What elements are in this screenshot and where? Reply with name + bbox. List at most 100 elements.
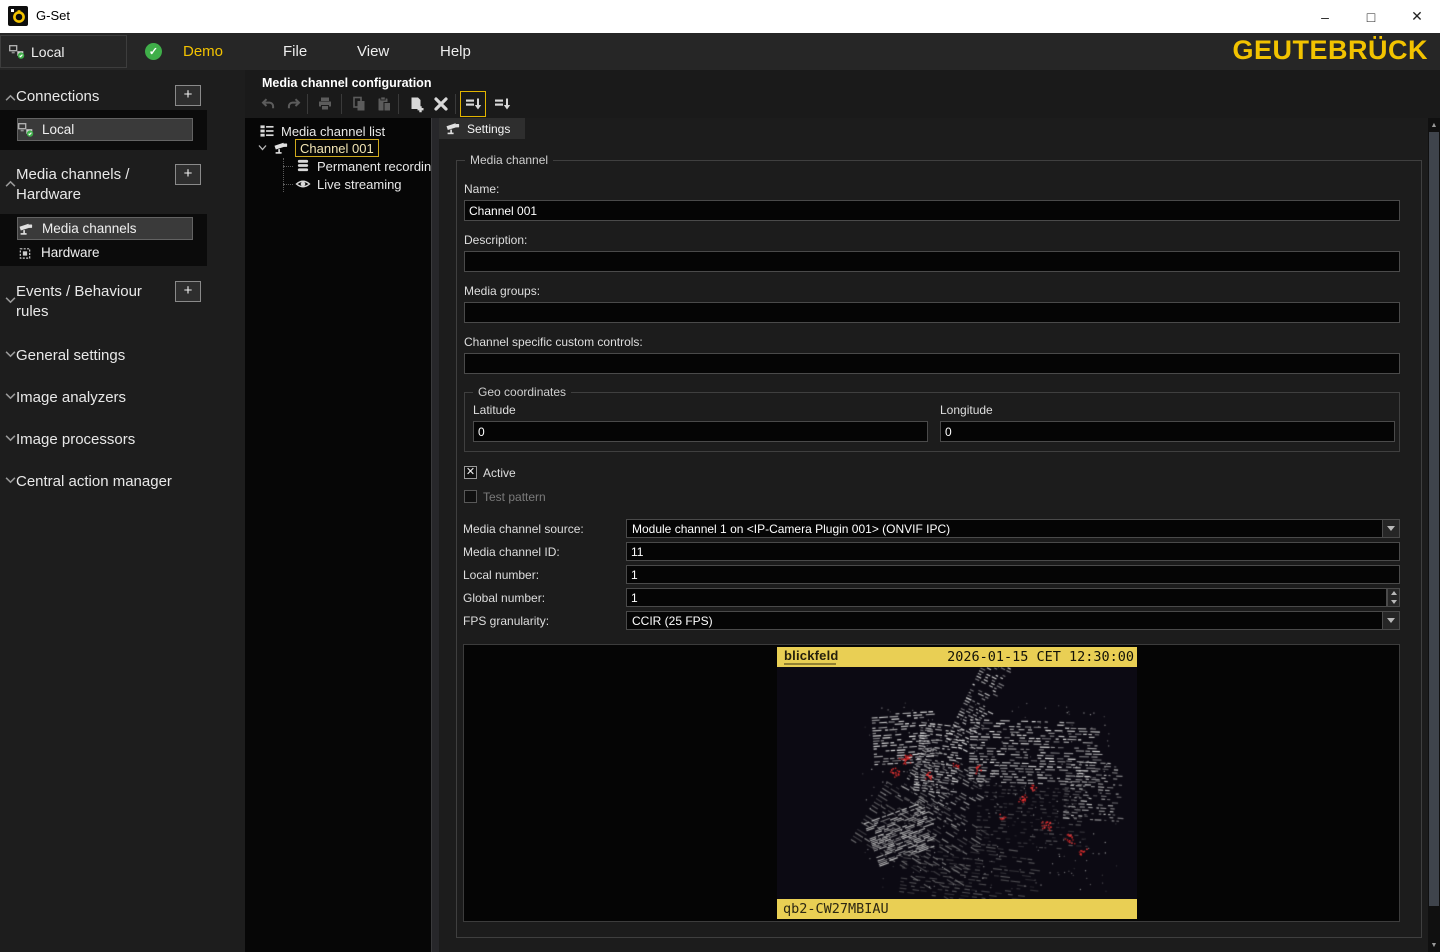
sidebar-section-general-settings[interactable]: General settings xyxy=(16,346,166,366)
longitude-field[interactable] xyxy=(940,421,1395,442)
delete-channel-button[interactable] xyxy=(429,92,453,116)
description-field[interactable] xyxy=(464,251,1400,272)
geutebrueck-logo: GEUTEBRÜCK xyxy=(1232,35,1428,66)
sidebar-item-label: Local xyxy=(42,122,74,137)
redo-icon xyxy=(286,96,302,112)
copy-icon xyxy=(351,96,367,112)
name-field[interactable] xyxy=(464,200,1400,221)
tree-item-channel-001[interactable]: Channel 001 xyxy=(273,139,379,157)
fps-granularity-value: CCIR (25 FPS) xyxy=(627,614,1382,628)
panel-splitter[interactable] xyxy=(431,118,439,952)
add-channel-button[interactable] xyxy=(404,92,428,116)
channel-id-field[interactable] xyxy=(626,542,1400,561)
sidebar-item-hardware[interactable]: Hardware xyxy=(17,241,193,264)
tree-item-media-channel-list[interactable]: Media channel list xyxy=(259,122,385,140)
longitude-label: Longitude xyxy=(940,403,993,417)
sidebar-section-central-action-manager[interactable]: Central action manager xyxy=(16,472,196,492)
fps-granularity-dropdown[interactable]: CCIR (25 FPS) xyxy=(626,611,1400,630)
media-hardware-panel: Media channels Hardware xyxy=(0,214,207,266)
preview-footer-bar: qb2-CW27MBIAU xyxy=(777,899,1137,919)
add-event-rule-button[interactable]: + xyxy=(175,281,201,302)
connection-selector[interactable]: Local xyxy=(0,35,127,68)
tab-label: Settings xyxy=(467,122,510,136)
eye-icon xyxy=(295,177,311,191)
connections-panel: Local xyxy=(0,110,207,150)
settings-scrollbar[interactable]: ▲ ▼ xyxy=(1428,118,1440,952)
tree-connector xyxy=(283,184,293,185)
tab-settings[interactable]: Settings xyxy=(439,118,525,139)
maximize-button[interactable]: □ xyxy=(1348,0,1394,33)
sidebar-section-image-analyzers[interactable]: Image analyzers xyxy=(16,388,166,408)
blickfeld-logo: blickfeld xyxy=(784,648,839,663)
menu-view[interactable]: View xyxy=(357,43,389,60)
undo-button[interactable] xyxy=(256,92,280,116)
blickfeld-logo-subline xyxy=(784,663,836,665)
chevron-up-icon xyxy=(5,94,16,102)
scroll-up-icon[interactable]: ▲ xyxy=(1428,118,1440,132)
database-icon xyxy=(295,159,311,173)
test-pattern-checkbox[interactable] xyxy=(464,490,477,503)
chevron-down-icon xyxy=(5,476,16,484)
copy-button[interactable] xyxy=(347,92,371,116)
toolbar-separator xyxy=(307,94,308,114)
tree-item-label: Live streaming xyxy=(317,177,402,192)
minimize-button[interactable]: – xyxy=(1302,0,1348,33)
scrollbar-thumb[interactable] xyxy=(1429,132,1439,906)
print-button[interactable] xyxy=(313,92,337,116)
active-checkbox[interactable] xyxy=(464,466,477,479)
chevron-down-icon[interactable] xyxy=(1382,520,1399,537)
chevron-down-icon[interactable] xyxy=(258,144,267,151)
tree-item-label-selected: Channel 001 xyxy=(295,139,379,157)
chevron-down-icon xyxy=(5,350,16,358)
sort-down-toggled-button[interactable] xyxy=(460,91,486,117)
global-number-stepper[interactable] xyxy=(1387,588,1400,607)
geo-coordinates-groupbox: Geo coordinates Latitude Longitude xyxy=(464,392,1400,452)
sidebar-item-media-channels[interactable]: Media channels xyxy=(17,217,193,240)
scroll-down-icon[interactable]: ▼ xyxy=(1428,938,1440,952)
add-media-channel-button[interactable]: + xyxy=(175,164,201,185)
toolbar-separator xyxy=(455,94,456,114)
connection-status-ok-icon: ✓ xyxy=(145,43,162,60)
tree-item-permanent-recording[interactable]: Permanent recording xyxy=(295,157,438,175)
sort-down-icon xyxy=(465,96,482,112)
latitude-field[interactable] xyxy=(473,421,928,442)
camera-icon xyxy=(273,141,289,155)
connection-name: Local xyxy=(31,44,64,60)
sidebar-item-label: Media channels xyxy=(42,221,137,236)
sidebar: Connections + Local Media channels / Har… xyxy=(0,70,245,952)
media-groups-field[interactable] xyxy=(464,302,1400,323)
window-title: G-Set xyxy=(36,8,70,23)
lidar-pointcloud-image xyxy=(777,667,1137,899)
local-number-field[interactable] xyxy=(626,565,1400,584)
sidebar-item-label: Hardware xyxy=(41,245,100,260)
sidebar-section-media-channels-hardware[interactable]: Media channels / Hardware xyxy=(16,165,156,205)
chevron-down-icon xyxy=(5,296,16,304)
sort-down-button[interactable] xyxy=(490,92,514,116)
sidebar-section-events-behaviour-rules[interactable]: Events / Behaviour rules xyxy=(16,282,156,322)
sidebar-item-local[interactable]: Local xyxy=(17,118,193,141)
local-number-label: Local number: xyxy=(463,568,539,582)
add-connection-button[interactable]: + xyxy=(175,85,201,106)
custom-controls-field[interactable] xyxy=(464,353,1400,374)
paste-icon xyxy=(376,96,392,112)
redo-button[interactable] xyxy=(282,92,306,116)
menu-file[interactable]: File xyxy=(283,43,307,60)
menu-help[interactable]: Help xyxy=(440,43,471,60)
stepper-up-icon[interactable] xyxy=(1388,589,1399,598)
demo-badge: Demo xyxy=(183,43,223,60)
chevron-down-icon[interactable] xyxy=(1382,612,1399,629)
sidebar-section-image-processors[interactable]: Image processors xyxy=(16,430,166,450)
source-dropdown[interactable]: Module channel 1 on <IP-Camera Plugin 00… xyxy=(626,519,1400,538)
paste-button[interactable] xyxy=(372,92,396,116)
custom-controls-label: Channel specific custom controls: xyxy=(464,335,643,349)
close-button[interactable]: ✕ xyxy=(1394,0,1440,33)
tree-item-live-streaming[interactable]: Live streaming xyxy=(295,175,402,193)
global-number-field[interactable] xyxy=(626,588,1387,607)
preview-timestamp: 2026-01-15 CET 12:30:00 xyxy=(947,649,1134,665)
preview-header-bar: blickfeld 2026-01-15 CET 12:30:00 xyxy=(777,647,1137,667)
tree-connector xyxy=(283,166,293,167)
tree-connector xyxy=(283,158,284,192)
sort-down-icon xyxy=(494,96,511,112)
stepper-down-icon[interactable] xyxy=(1388,598,1399,607)
sidebar-section-connections[interactable]: Connections xyxy=(16,87,166,107)
